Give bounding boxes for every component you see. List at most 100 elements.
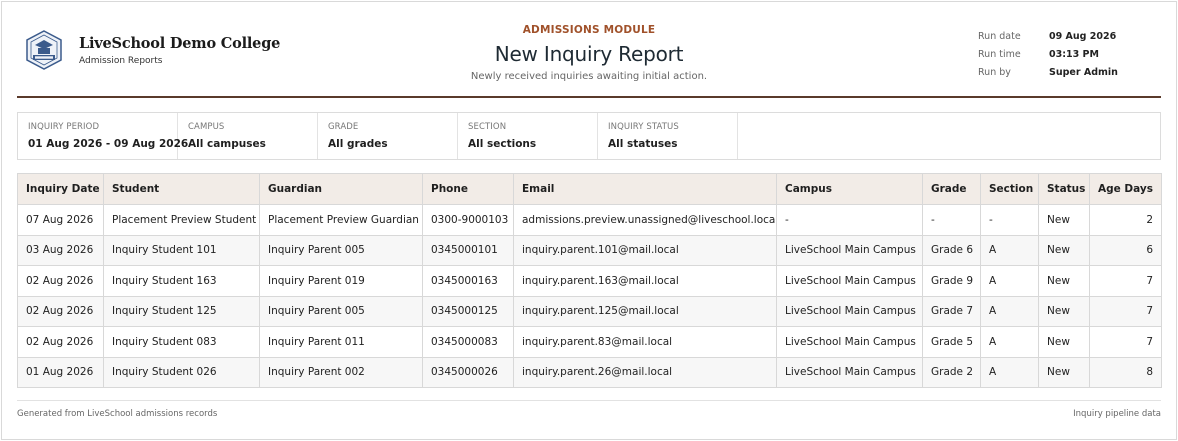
cell-student: Inquiry Student 083	[103, 326, 260, 358]
cell-status: New	[1038, 295, 1090, 327]
run-meta: Run date 09 Aug 2026 Run time 03:13 PM R…	[978, 27, 1118, 81]
cell-guardian: Inquiry Parent 011	[259, 326, 423, 358]
cell-age-days: 7	[1089, 326, 1162, 358]
filter-value: All campuses	[188, 138, 266, 150]
cell-campus: LiveSchool Main Campus	[776, 326, 923, 358]
cell-campus: LiveSchool Main Campus	[776, 295, 923, 327]
footer-divider	[17, 400, 1161, 401]
column-header-section: Section	[980, 173, 1039, 205]
meta-run-time: Run time 03:13 PM	[978, 45, 1118, 63]
column-header-guardian: Guardian	[259, 173, 423, 205]
cell-age-days: 2	[1089, 204, 1162, 236]
footer-source: Generated from LiveSchool admissions rec…	[17, 409, 218, 419]
meta-run-date: Run date 09 Aug 2026	[978, 27, 1118, 45]
cell-campus: LiveSchool Main Campus	[776, 356, 923, 388]
table-row: 01 Aug 2026 Inquiry Student 026 Inquiry Pa…	[17, 356, 1162, 388]
cell-phone: 0345000101	[422, 234, 514, 266]
page-subtitle: Newly received inquiries awaiting initia…	[470, 71, 708, 82]
college-name: LiveSchool Demo College	[79, 34, 281, 52]
cell-phone: 0300-9000103	[422, 204, 514, 236]
module-label: ADMISSIONS MODULE	[522, 24, 656, 36]
cell-section: -	[980, 204, 1039, 236]
cell-section: A	[980, 326, 1039, 358]
filter-value: All grades	[328, 138, 388, 150]
column-header-age-days: Age Days	[1089, 173, 1162, 205]
cell-campus: -	[776, 204, 923, 236]
table-row: 02 Aug 2026 Inquiry Student 083 Inquiry Pa…	[17, 326, 1162, 358]
table-row: 02 Aug 2026 Inquiry Student 163 Inquiry Pa…	[17, 265, 1162, 297]
cell-grade: Grade 2	[922, 356, 981, 388]
column-header-status: Status	[1038, 173, 1090, 205]
cell-age-days: 8	[1089, 356, 1162, 388]
cell-status: New	[1038, 265, 1090, 297]
cell-email: admissions.preview.unassigned@liveschool…	[513, 204, 777, 236]
filter-section: SECTION All sections	[458, 113, 598, 159]
filter-campus: CAMPUS All campuses	[178, 113, 318, 159]
table-row: 07 Aug 2026 Placement Preview Student Plac…	[17, 204, 1162, 236]
column-header-grade: Grade	[922, 173, 981, 205]
column-header-email: Email	[513, 173, 777, 205]
column-header-student: Student	[103, 173, 260, 205]
cell-section: A	[980, 234, 1039, 266]
table-header-row: Inquiry Date Student Guardian Phone Email Cam…	[17, 173, 1162, 205]
filter-bar: INQUIRY PERIOD 01 Aug 2026 - 09 Aug 2026…	[17, 112, 1161, 160]
cell-guardian: Inquiry Parent 002	[259, 356, 423, 388]
cell-email: inquiry.parent.83@mail.local	[513, 326, 777, 358]
cell-status: New	[1038, 234, 1090, 266]
cell-guardian: Inquiry Parent 005	[259, 295, 423, 327]
filter-label: CAMPUS	[188, 122, 225, 132]
filter-inquiry-status: INQUIRY STATUS All statuses	[598, 113, 738, 159]
cell-guardian: Inquiry Parent 005	[259, 234, 423, 266]
cell-email: inquiry.parent.163@mail.local	[513, 265, 777, 297]
cell-phone: 0345000026	[422, 356, 514, 388]
cell-status: New	[1038, 204, 1090, 236]
cell-inquiry-date: 01 Aug 2026	[17, 356, 104, 388]
meta-value: 09 Aug 2026	[1049, 30, 1117, 42]
cell-email: inquiry.parent.26@mail.local	[513, 356, 777, 388]
cell-grade: Grade 5	[922, 326, 981, 358]
cell-phone: 0345000163	[422, 265, 514, 297]
college-crest-logo	[26, 30, 62, 70]
column-header-phone: Phone	[422, 173, 514, 205]
cell-status: New	[1038, 326, 1090, 358]
cell-student: Inquiry Student 125	[103, 295, 260, 327]
cell-section: A	[980, 356, 1039, 388]
cell-inquiry-date: 02 Aug 2026	[17, 265, 104, 297]
filter-inquiry-period: INQUIRY PERIOD 01 Aug 2026 - 09 Aug 2026	[18, 113, 188, 159]
header-divider	[17, 96, 1161, 98]
cell-guardian: Inquiry Parent 019	[259, 265, 423, 297]
filter-value: All statuses	[608, 138, 678, 150]
cell-grade: -	[922, 204, 981, 236]
brand: LiveSchool Demo College Admission Report…	[23, 29, 280, 71]
cell-campus: LiveSchool Main Campus	[776, 234, 923, 266]
cell-student: Inquiry Student 026	[103, 356, 260, 388]
cell-student: Placement Preview Student	[103, 204, 260, 236]
cell-inquiry-date: 07 Aug 2026	[17, 204, 104, 236]
filter-grade: GRADE All grades	[318, 113, 458, 159]
cell-student: Inquiry Student 101	[103, 234, 260, 266]
footer-note: Inquiry pipeline data	[1073, 409, 1161, 419]
cell-phone: 0345000083	[422, 326, 514, 358]
cell-inquiry-date: 02 Aug 2026	[17, 326, 104, 358]
cell-inquiry-date: 02 Aug 2026	[17, 295, 104, 327]
column-header-inquiry-date: Inquiry Date	[17, 173, 104, 205]
inquiry-table: Inquiry Date Student Guardian Phone Email Cam…	[17, 173, 1162, 388]
cell-inquiry-date: 03 Aug 2026	[17, 234, 104, 266]
filter-label: INQUIRY STATUS	[608, 122, 679, 132]
filter-label: INQUIRY PERIOD	[28, 122, 100, 132]
cell-section: A	[980, 265, 1039, 297]
filter-value: All sections	[468, 138, 537, 150]
cell-phone: 0345000125	[422, 295, 514, 327]
cell-email: inquiry.parent.101@mail.local	[513, 234, 777, 266]
cell-grade: Grade 6	[922, 234, 981, 266]
cell-section: A	[980, 295, 1039, 327]
table-row: 02 Aug 2026 Inquiry Student 125 Inquiry Pa…	[17, 295, 1162, 327]
page-title: New Inquiry Report	[494, 42, 684, 66]
meta-value: Super Admin	[1049, 66, 1118, 78]
meta-label: Run time	[978, 48, 1021, 60]
cell-grade: Grade 9	[922, 265, 981, 297]
meta-run-by: Run by Super Admin	[978, 63, 1118, 81]
cell-age-days: 6	[1089, 234, 1162, 266]
cell-email: inquiry.parent.125@mail.local	[513, 295, 777, 327]
meta-label: Run date	[978, 30, 1021, 42]
